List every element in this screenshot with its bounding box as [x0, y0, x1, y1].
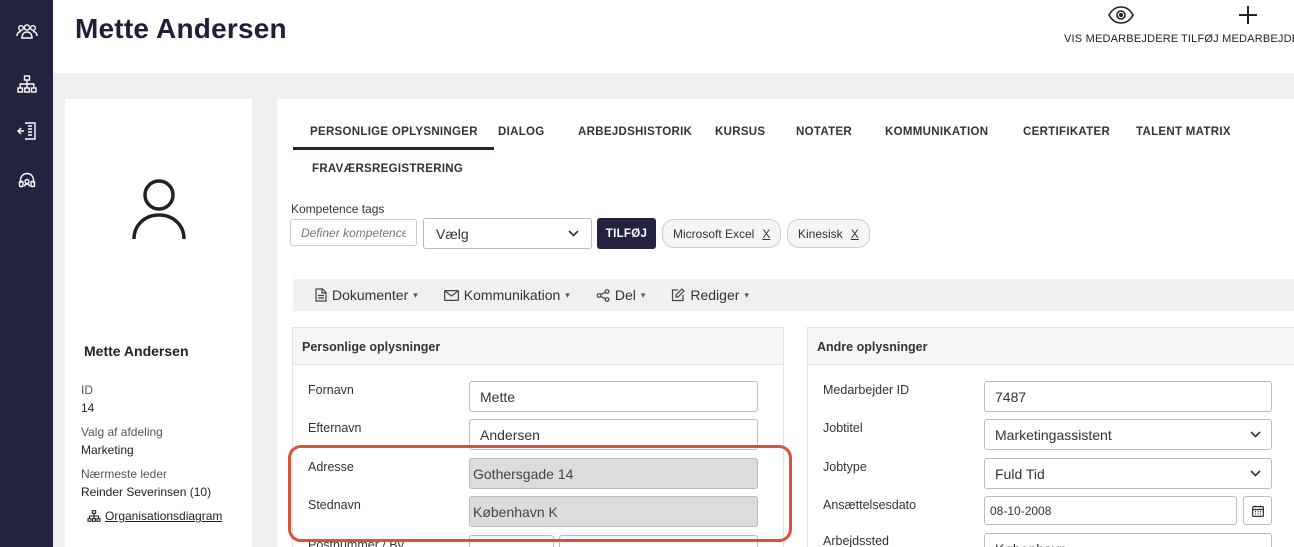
chevron-down-icon: ▾: [413, 289, 418, 300]
remove-tag-button[interactable]: X: [851, 227, 859, 241]
tab-dialog[interactable]: DIALOG: [498, 126, 545, 138]
chevron-down-icon: [1250, 470, 1261, 477]
id-label: ID: [81, 383, 93, 397]
view-employees-button[interactable]: VIS MEDARBEJDERE: [1064, 6, 1178, 45]
communication-label: Kommunikation: [463, 287, 561, 303]
eye-icon: [1108, 6, 1135, 24]
documents-label: Dokumenter: [332, 287, 409, 303]
tab-communication[interactable]: KOMMUNIKATION: [885, 126, 988, 138]
last-name-label: Efternavn: [308, 421, 362, 435]
share-label: Del: [614, 287, 636, 303]
envelope-icon: [443, 289, 459, 301]
chevron-down-icon: ▾: [744, 289, 749, 300]
chevron-down-icon: ▾: [565, 289, 570, 300]
document-icon: [315, 288, 327, 302]
edit-menu[interactable]: Rediger ▾: [671, 287, 749, 303]
plus-icon: [1239, 6, 1257, 24]
city-field[interactable]: København K: [469, 496, 758, 527]
manager-label: Nærmeste leder: [81, 467, 168, 481]
add-tag-button[interactable]: TILFØJ: [597, 218, 656, 249]
competence-tags-label: Kompetence tags: [291, 202, 385, 216]
add-employee-label: TILFØJ MEDARBEJDERE: [1181, 33, 1294, 45]
calendar-icon: [1251, 505, 1264, 517]
remove-tag-button[interactable]: X: [762, 227, 770, 241]
tab-certificates[interactable]: CERTIFIKATER: [1023, 126, 1110, 138]
hire-date-label: Ansættelsesdato: [823, 498, 917, 512]
chevron-down-icon: ▾: [640, 289, 646, 300]
employee-id-label: Medarbejder ID: [823, 383, 910, 397]
hire-date-field[interactable]: 08-10-2008: [984, 496, 1237, 525]
job-title-select[interactable]: Marketingassistent: [984, 419, 1272, 450]
competence-tag-input[interactable]: [290, 219, 417, 246]
tag-chip: Microsoft Excel X: [662, 219, 782, 248]
view-employees-label: VIS MEDARBEJDERE: [1064, 33, 1179, 45]
personal-info-title: Personlige oplysninger: [293, 328, 783, 365]
exit-building-icon[interactable]: [14, 118, 40, 144]
page-header: Mette Andersen VIS MEDARBEJDERE TILFØJ M…: [53, 0, 1294, 73]
action-toolbar: Dokumenter ▾ Kommunikation ▾ Del ▾ Rediger ▾: [293, 279, 1294, 311]
city-label: Stednavn: [308, 498, 361, 512]
tag-chip: Kinesisk X: [787, 219, 870, 248]
communication-menu[interactable]: Kommunikation ▾: [443, 287, 570, 303]
tag-chip-label: Kinesisk: [798, 226, 843, 241]
main-card: PERSONLIGE OPLYSNINGER DIALOG ARBEJDSHIS…: [277, 99, 1294, 547]
calendar-button[interactable]: [1243, 496, 1272, 525]
tab-notes[interactable]: NOTATER: [796, 126, 852, 138]
profile-card: Mette Andersen ID 14 Valg af afdeling Ma…: [65, 99, 252, 547]
user-avatar-icon: [132, 179, 186, 240]
job-title-label: Jobtitel: [823, 421, 863, 435]
workplace-field[interactable]: København: [984, 533, 1272, 547]
org-chart-icon[interactable]: [14, 71, 40, 97]
first-name-label: Fornavn: [308, 383, 354, 397]
edit-icon: [672, 288, 686, 302]
add-employee-button[interactable]: TILFØJ MEDARBEJDERE: [1181, 6, 1294, 45]
tab-work-history[interactable]: ARBEJDSHISTORIK: [578, 126, 692, 138]
job-type-label: Jobtype: [823, 460, 867, 474]
manager-value: Reinder Severinsen (10): [81, 485, 212, 499]
postal-code-field[interactable]: [469, 535, 554, 547]
job-title-value: Marketingassistent: [995, 426, 1112, 443]
tab-absence[interactable]: FRAVÆRSREGISTRERING: [312, 163, 463, 175]
tag-chip-label: Microsoft Excel: [673, 226, 755, 241]
job-type-select[interactable]: Fuld Tid: [984, 458, 1272, 489]
tab-talent-matrix[interactable]: TALENT MATRIX: [1136, 126, 1231, 138]
postal-label: Postnummer / By: [308, 538, 404, 547]
competence-tag-select[interactable]: Vælg: [423, 218, 592, 249]
chevron-down-icon: [568, 230, 579, 237]
share-menu[interactable]: Del ▾: [596, 287, 646, 303]
workplace-label: Arbejdssted: [823, 534, 890, 547]
first-name-field[interactable]: Mette: [469, 381, 758, 412]
other-info-panel: Andre oplysninger Medarbejder ID 7487 Jo…: [807, 327, 1294, 547]
department-label: Valg af afdeling: [81, 425, 163, 439]
personal-info-panel: Personlige oplysninger Fornavn Mette Eft…: [292, 327, 784, 547]
id-value: 14: [81, 401, 95, 415]
share-icon: [596, 288, 610, 302]
last-name-field[interactable]: Andersen: [469, 419, 758, 450]
support-headset-icon[interactable]: [14, 168, 40, 194]
documents-menu[interactable]: Dokumenter ▾: [315, 287, 418, 303]
edit-label: Rediger: [690, 287, 740, 303]
tab-personal-info[interactable]: PERSONLIGE OPLYSNINGER: [293, 126, 494, 150]
org-chart-icon: [87, 510, 101, 522]
profile-name: Mette Andersen: [84, 343, 189, 359]
job-type-value: Fuld Tid: [995, 465, 1045, 482]
org-chart-link[interactable]: Organisationsdiagram: [87, 509, 222, 523]
chevron-down-icon: [1250, 431, 1261, 438]
people-icon[interactable]: [14, 19, 40, 45]
department-value: Marketing: [81, 443, 134, 457]
address-label: Adresse: [308, 460, 354, 474]
org-chart-link-label: Organisationsdiagram: [105, 509, 223, 523]
other-info-title: Andre oplysninger: [808, 328, 1294, 365]
page-title: Mette Andersen: [75, 13, 287, 44]
postal-city-field[interactable]: [559, 535, 758, 547]
address-field[interactable]: Gothersgade 14: [469, 458, 758, 489]
employee-id-field[interactable]: 7487: [984, 381, 1272, 412]
tab-courses[interactable]: KURSUS: [715, 126, 765, 138]
competence-tag-select-value: Vælg: [436, 225, 469, 242]
nav-rail: [0, 0, 53, 547]
